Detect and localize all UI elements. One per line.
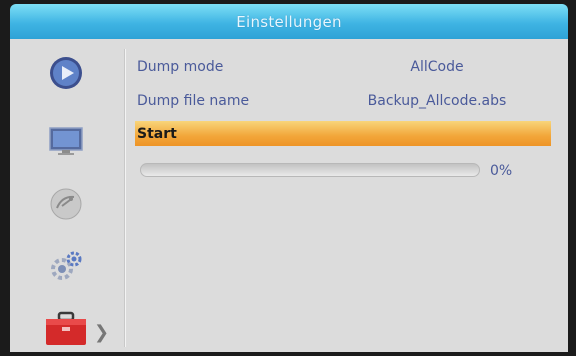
start-button[interactable]: Start <box>135 121 551 146</box>
content-area: Dump mode AllCode Dump file name Backup_… <box>135 39 565 352</box>
sidebar-item-picture[interactable] <box>42 121 90 161</box>
progress-bar <box>140 163 480 177</box>
start-label: Start <box>137 125 177 142</box>
title-bar: Einstellungen <box>10 4 568 39</box>
satellite-dish-icon <box>50 188 82 220</box>
play-icon <box>50 57 82 89</box>
dump-mode-value[interactable]: AllCode <box>327 59 547 75</box>
dump-file-value[interactable]: Backup_Allcode.abs <box>327 93 547 109</box>
page-title: Einstellungen <box>236 12 342 31</box>
dump-file-label: Dump file name <box>137 93 250 109</box>
dump-file-row[interactable]: Dump file name Backup_Allcode.abs <box>135 87 553 115</box>
sidebar-item-system[interactable] <box>42 246 90 286</box>
settings-gear-icon <box>51 251 82 280</box>
sidebar: ❯ <box>10 39 124 352</box>
dialog-frame: Einstellungen ❯ Dump mode AllCode Dump f… <box>0 0 576 356</box>
toolbox-icon <box>46 311 86 345</box>
chevron-right-icon: ❯ <box>94 322 110 343</box>
sidebar-divider <box>124 49 126 347</box>
progress-percent: 0% <box>490 163 513 179</box>
sidebar-item-channels[interactable] <box>42 184 90 224</box>
dump-mode-label: Dump mode <box>137 59 224 75</box>
dump-mode-row[interactable]: Dump mode AllCode <box>135 53 553 81</box>
sidebar-item-tools[interactable] <box>42 309 90 349</box>
monitor-icon <box>49 127 83 155</box>
settings-panel: ❯ Dump mode AllCode Dump file name Backu… <box>10 39 568 352</box>
sidebar-item-media[interactable] <box>42 53 90 93</box>
